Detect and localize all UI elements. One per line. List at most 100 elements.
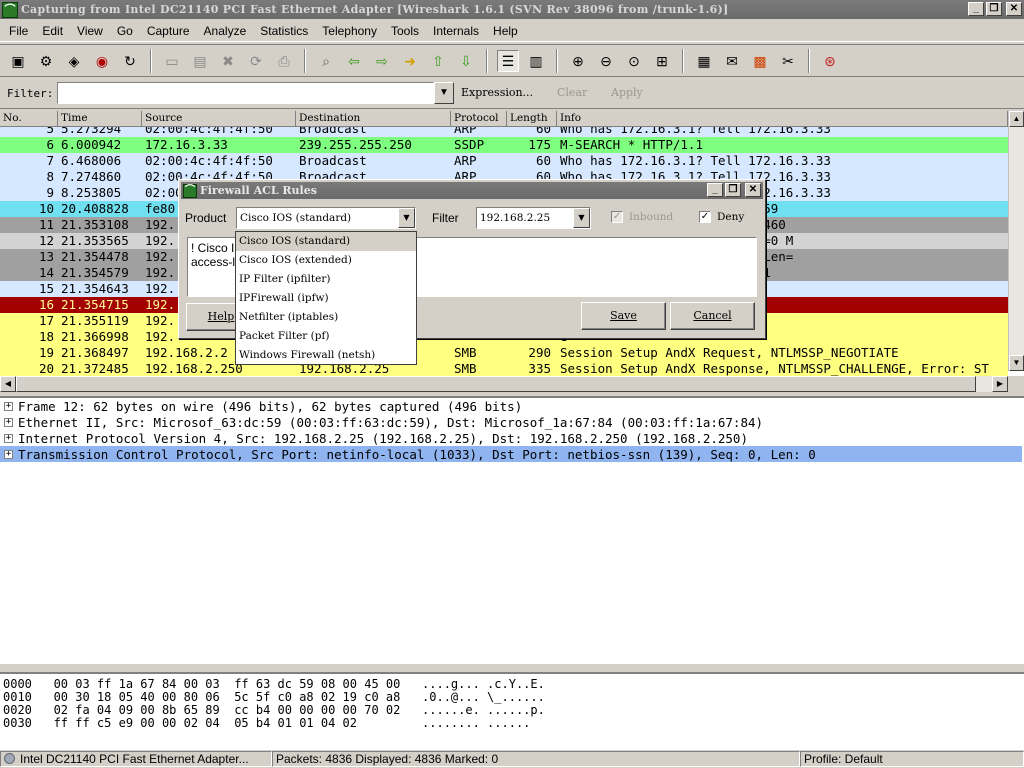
status-interface[interactable]: Intel DC21140 PCI Fast Ethernet Adapter.… <box>0 751 272 767</box>
interface-list-icon[interactable]: ▣ <box>7 50 29 72</box>
go-forward-icon[interactable]: ⇨ <box>371 50 393 72</box>
print-icon[interactable]: ⎙ <box>273 50 295 72</box>
window-title-bar[interactable]: ⌒ Capturing from Intel DC21140 PCI Fast … <box>0 0 1024 19</box>
open-file-icon[interactable]: ▭ <box>161 50 183 72</box>
clear-button[interactable]: Clear <box>557 86 587 99</box>
column-header-time[interactable]: Time <box>58 111 142 126</box>
column-header-protocol[interactable]: Protocol <box>451 111 507 126</box>
detail-row-ip[interactable]: + Internet Protocol Version 4, Src: 192.… <box>0 430 1022 446</box>
expand-plus-icon[interactable]: + <box>4 401 13 411</box>
chevron-down-icon[interactable]: ▼ <box>573 208 590 228</box>
packet-row[interactable]: 19 21.368497 192.168.2.2 SMB 290 Session Setu… <box>0 345 1008 361</box>
packet-bytes-pane[interactable]: 0000 00 03 ff 1a 67 84 00 03 ff 63 dc 59… <box>0 672 1024 750</box>
status-profile[interactable]: Profile: Default <box>800 751 1024 767</box>
column-header-no[interactable]: No. <box>0 111 58 126</box>
cell-protocol: SMB <box>454 361 477 376</box>
detail-row-tcp[interactable]: + Transmission Control Protocol, Src Por… <box>0 446 1022 462</box>
column-header-destination[interactable]: Destination <box>296 111 451 126</box>
minimize-button[interactable]: _ <box>968 2 984 16</box>
packet-list-vertical-scrollbar[interactable]: ▲ ▼ <box>1008 111 1024 371</box>
expand-plus-icon[interactable]: + <box>4 449 13 459</box>
product-option[interactable]: IP Filter (ipfilter) <box>236 270 416 289</box>
column-header-length[interactable]: Length <box>507 111 557 126</box>
scroll-down-icon[interactable]: ▼ <box>1009 355 1024 371</box>
packet-row[interactable]: 7 6.468006 02:00:4c:4f:4f:50 Broadcast ARP 60… <box>0 153 1008 169</box>
packet-row[interactable]: 6 6.000942 172.16.3.33 239.255.255.250 SSDP 1… <box>0 137 1008 153</box>
scroll-up-icon[interactable]: ▲ <box>1009 111 1024 127</box>
menu-view[interactable]: View <box>70 21 110 41</box>
inbound-checkbox[interactable]: ✓ Inbound <box>611 211 673 223</box>
product-option[interactable]: IPFirewall (ipfw) <box>236 289 416 308</box>
detail-row-frame[interactable]: + Frame 12: 62 bytes on wire (496 bits),… <box>0 398 1022 414</box>
colorize-icon[interactable]: ☰ <box>497 49 519 72</box>
coloring-rules-icon[interactable]: ▩ <box>749 50 771 72</box>
last-packet-icon[interactable]: ⇩ <box>455 50 477 72</box>
save-button[interactable]: Save <box>581 302 666 330</box>
expand-plus-icon[interactable]: + <box>4 433 13 443</box>
close-button[interactable]: ✕ <box>1006 2 1022 16</box>
horizontal-scroll-thumb[interactable] <box>16 376 976 392</box>
zoom-in-icon[interactable]: ⊕ <box>567 50 589 72</box>
menu-telephony[interactable]: Telephony <box>315 21 384 41</box>
packet-details-pane[interactable]: + Frame 12: 62 bytes on wire (496 bits),… <box>0 396 1024 664</box>
reload-icon[interactable]: ⟳ <box>245 50 267 72</box>
packet-row[interactable]: 20 21.372485 192.168.2.250 192.168.2.25 SMB 3… <box>0 361 1008 376</box>
capture-filters-icon[interactable]: ▦ <box>693 50 715 72</box>
menu-edit[interactable]: Edit <box>35 21 70 41</box>
display-filters-icon[interactable]: ✉ <box>721 50 743 72</box>
resize-columns-icon[interactable]: ⊞ <box>651 50 673 72</box>
dialog-close-button[interactable]: ✕ <box>745 183 761 197</box>
menu-capture[interactable]: Capture <box>140 21 197 41</box>
expand-plus-icon[interactable]: + <box>4 417 13 427</box>
dialog-maximize-button[interactable]: ❐ <box>725 183 741 197</box>
column-header-info[interactable]: Info <box>557 111 1008 126</box>
product-option[interactable]: Netfilter (iptables) <box>236 308 416 327</box>
go-to-packet-icon[interactable]: ➜ <box>399 50 421 72</box>
zoom-normal-icon[interactable]: ⊙ <box>623 50 645 72</box>
menu-analyze[interactable]: Analyze <box>197 21 254 41</box>
apply-button[interactable]: Apply <box>611 86 643 99</box>
menu-go[interactable]: Go <box>110 21 140 41</box>
filter-input[interactable] <box>57 82 434 104</box>
close-file-icon[interactable]: ✖ <box>217 50 239 72</box>
preferences-icon[interactable]: ✂ <box>777 50 799 72</box>
maximize-button[interactable]: ❐ <box>986 2 1002 16</box>
filter-dropdown-arrow-icon[interactable]: ▼ <box>434 82 454 104</box>
menu-file[interactable]: File <box>2 21 35 41</box>
product-option[interactable]: Cisco IOS (standard) <box>236 232 416 251</box>
product-option[interactable]: Cisco IOS (extended) <box>236 251 416 270</box>
menu-statistics[interactable]: Statistics <box>253 21 315 41</box>
zoom-out-icon[interactable]: ⊖ <box>595 50 617 72</box>
save-file-icon[interactable]: ▤ <box>189 50 211 72</box>
packet-list-horizontal-scrollbar[interactable]: ◀ ▶ <box>0 376 1008 392</box>
filter-select[interactable]: 192.168.2.25 ▼ <box>476 207 591 229</box>
main-toolbar: ▣ ⚙ ◈ ◉ ↻ ▭ ▤ ✖ ⟳ ⎙ ⌕ ⇦ ⇨ ➜ ⇧ ⇩ ☰ ▥ ⊕ ⊖ … <box>0 44 1024 77</box>
product-option[interactable]: Packet Filter (pf) <box>236 327 416 346</box>
expression-button[interactable]: Expression... <box>461 86 533 99</box>
column-header-source[interactable]: Source <box>142 111 296 126</box>
dialog-minimize-button[interactable]: _ <box>707 183 723 197</box>
help-icon[interactable]: ⊛ <box>819 50 841 72</box>
stop-capture-icon[interactable]: ◉ <box>91 50 113 72</box>
deny-checkbox[interactable]: ✓ Deny <box>699 211 744 223</box>
capture-options-icon[interactable]: ⚙ <box>35 50 57 72</box>
product-option[interactable]: Windows Firewall (netsh) <box>236 346 416 365</box>
dialog-title-bar[interactable]: ⌒ Firewall ACL Rules _ ❐ ✕ <box>181 182 763 199</box>
scroll-right-icon[interactable]: ▶ <box>992 376 1008 392</box>
go-back-icon[interactable]: ⇦ <box>343 50 365 72</box>
start-capture-icon[interactable]: ◈ <box>63 50 85 72</box>
detail-row-ethernet[interactable]: + Ethernet II, Src: Microsof_63:dc:59 (0… <box>0 414 1022 430</box>
expert-info-icon[interactable] <box>4 753 15 764</box>
chevron-down-icon[interactable]: ▼ <box>398 208 415 228</box>
menu-help[interactable]: Help <box>486 21 525 41</box>
menu-internals[interactable]: Internals <box>426 21 486 41</box>
menu-tools[interactable]: Tools <box>384 21 426 41</box>
auto-scroll-icon[interactable]: ▥ <box>525 50 547 72</box>
restart-capture-icon[interactable]: ↻ <box>119 50 141 72</box>
first-packet-icon[interactable]: ⇧ <box>427 50 449 72</box>
find-packet-icon[interactable]: ⌕ <box>315 50 337 72</box>
cancel-button[interactable]: Cancel <box>670 302 755 330</box>
cell-info: Session Setup AndX Request, NTLMSSP_NEGO… <box>560 345 899 360</box>
product-select[interactable]: Cisco IOS (standard) ▼ <box>236 207 416 229</box>
scroll-left-icon[interactable]: ◀ <box>0 376 16 392</box>
